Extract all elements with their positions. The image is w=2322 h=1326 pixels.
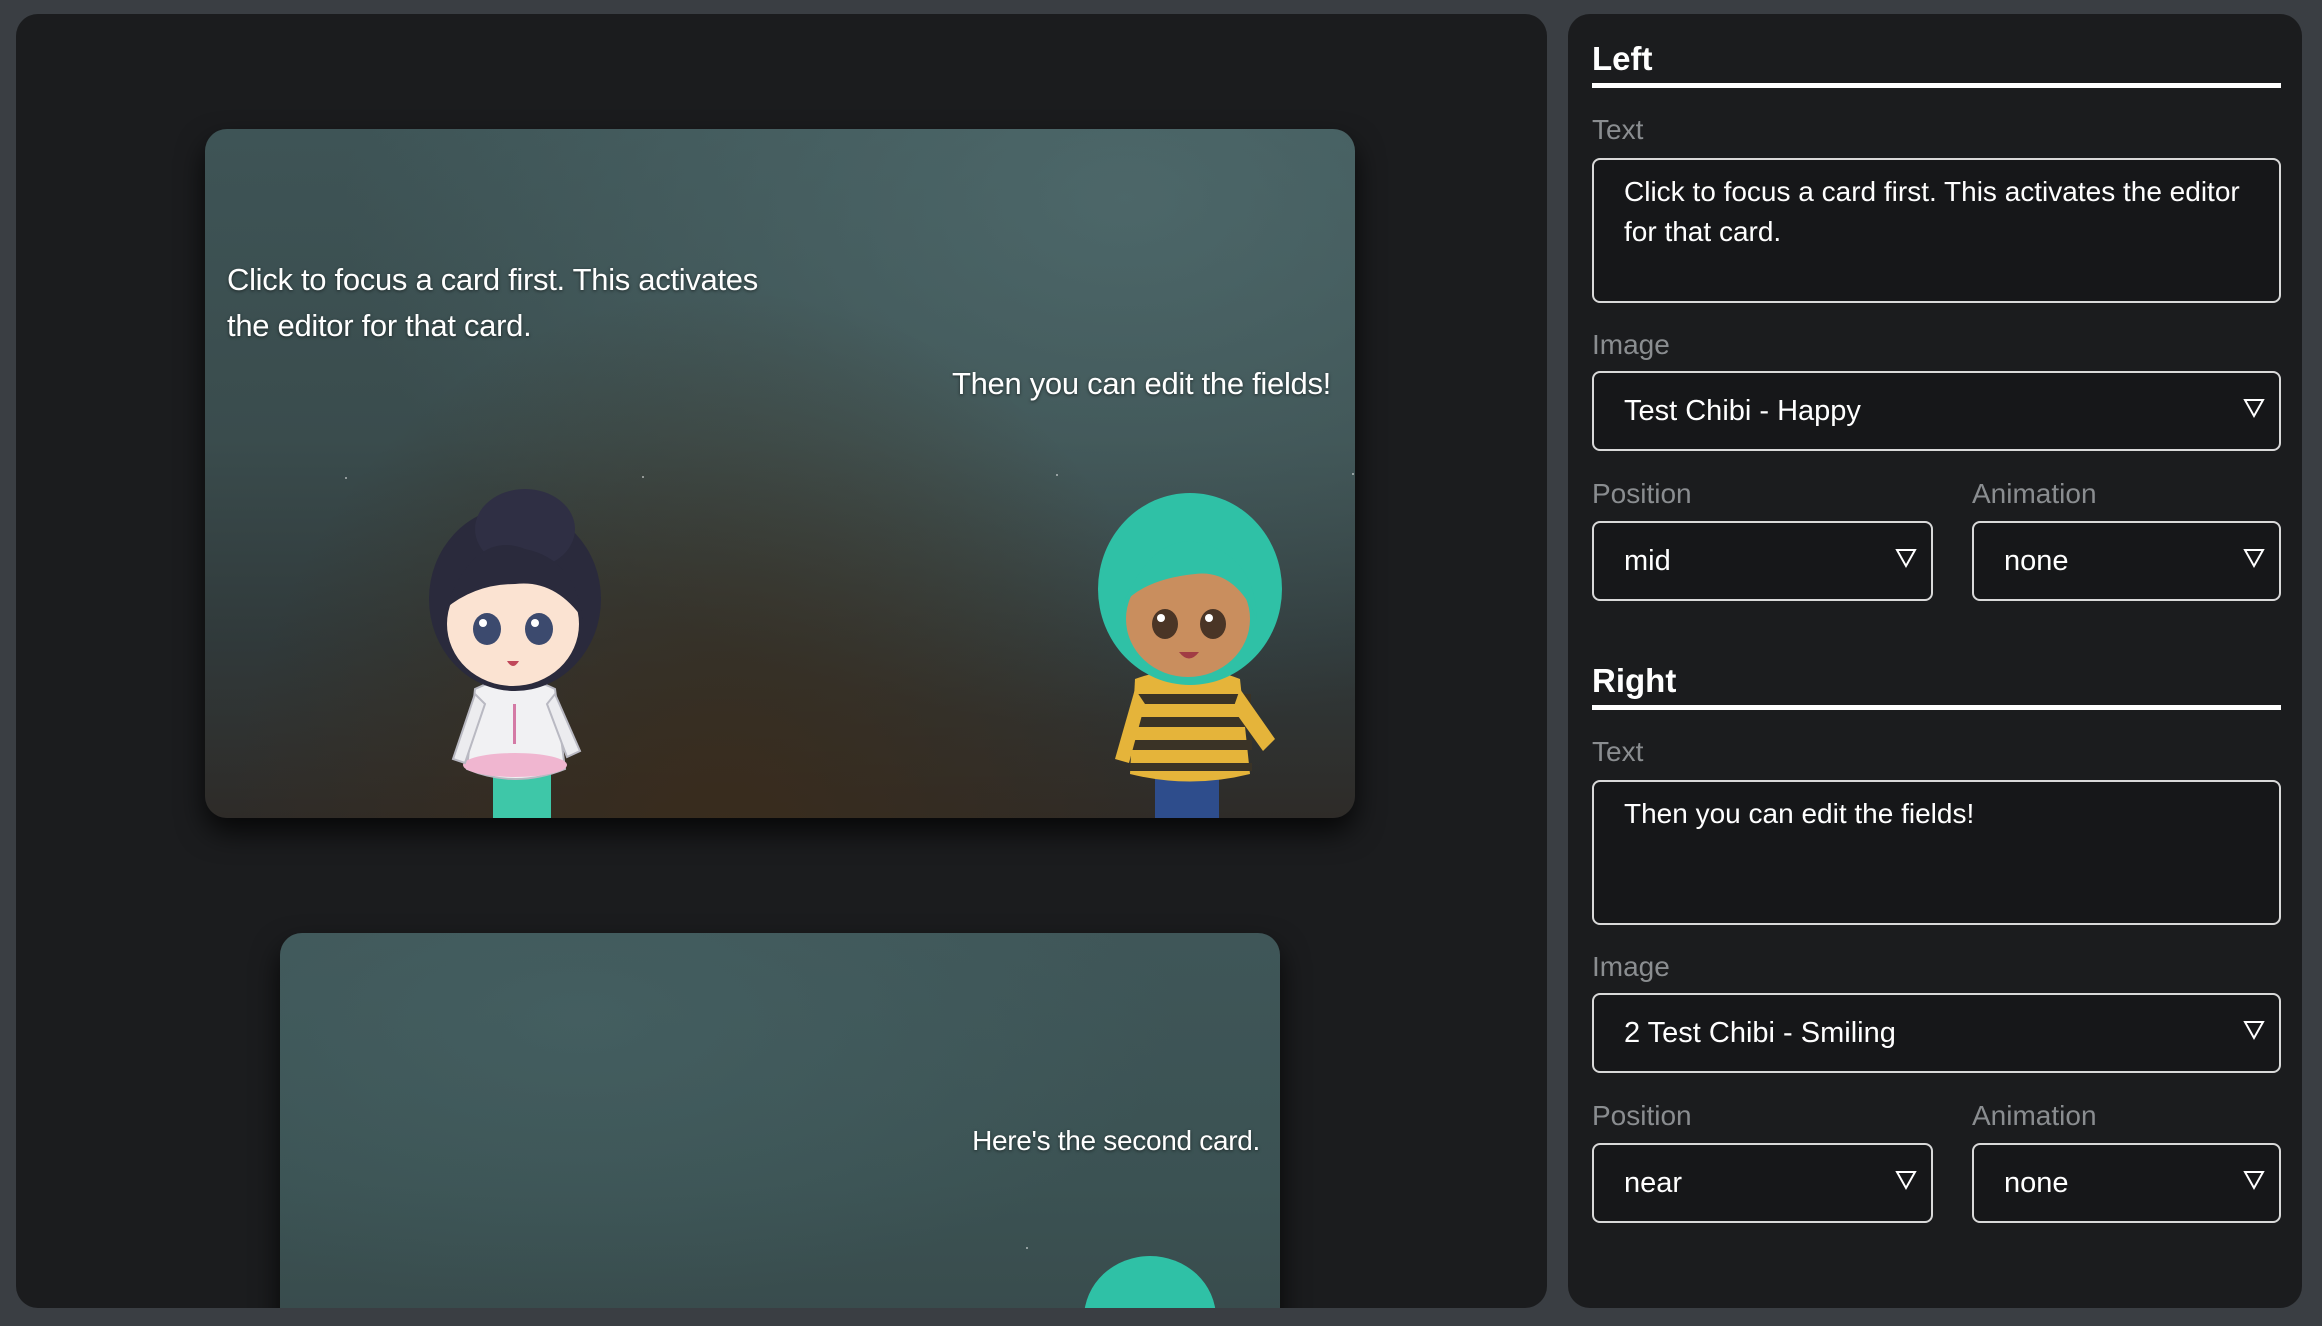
- dropdown-triangle-icon: [2243, 1171, 2265, 1191]
- right-position-select[interactable]: near: [1592, 1143, 1933, 1223]
- right-animation-value: none: [2004, 1166, 2069, 1199]
- left-section-heading: Left: [1592, 40, 1653, 77]
- card-stage[interactable]: Click to focus a card first. This activa…: [16, 14, 1547, 1308]
- dropdown-triangle-icon: [2243, 549, 2265, 569]
- right-image-select[interactable]: 2 Test Chibi - Smiling: [1592, 993, 2281, 1073]
- dropdown-triangle-icon: [2243, 1021, 2265, 1041]
- left-image-value: Test Chibi - Happy: [1624, 394, 1861, 427]
- right-section-heading: Right: [1592, 662, 1677, 699]
- left-section-divider: [1592, 83, 2281, 88]
- card-left-text: Click to focus a card first. This activa…: [227, 262, 758, 343]
- left-animation-value: none: [2004, 544, 2069, 577]
- right-image-label: Image: [1592, 951, 1670, 982]
- left-position-label: Position: [1592, 478, 1692, 509]
- right-position-value: near: [1624, 1166, 1683, 1199]
- dropdown-triangle-icon: [2243, 399, 2265, 419]
- left-position-select[interactable]: mid: [1592, 521, 1933, 601]
- left-animation-label: Animation: [1972, 478, 2097, 509]
- left-chibi-character: [429, 489, 601, 818]
- right-animation-label: Animation: [1972, 1100, 2097, 1131]
- left-animation-select[interactable]: none: [1972, 521, 2281, 601]
- left-position-value: mid: [1624, 544, 1671, 577]
- card-editor-panel: Left Text Click to focus a card first. T…: [1568, 14, 2302, 1308]
- scene-card-2[interactable]: Here's the second card.: [280, 933, 1280, 1308]
- right-chibi-character: [1098, 493, 1282, 818]
- card-right-text: Then you can edit the fields!: [951, 366, 1331, 401]
- left-image-label: Image: [1592, 329, 1670, 360]
- right-position-label: Position: [1592, 1100, 1692, 1131]
- right-text-label: Text: [1592, 736, 1644, 767]
- right-animation-select[interactable]: none: [1972, 1143, 2281, 1223]
- left-text-input[interactable]: Click to focus a card first. This activa…: [1592, 158, 2281, 303]
- right-section-divider: [1592, 705, 2281, 710]
- left-text-label: Text: [1592, 114, 1644, 145]
- card-right-text: Here's the second card.: [972, 1125, 1260, 1156]
- scene-card-1[interactable]: Click to focus a card first. This activa…: [205, 129, 1355, 818]
- left-image-select[interactable]: Test Chibi - Happy: [1592, 371, 2281, 451]
- right-text-input[interactable]: Then you can edit the fields!: [1592, 780, 2281, 925]
- right-chibi-character: [1084, 1256, 1216, 1308]
- dropdown-triangle-icon: [1895, 1171, 1917, 1191]
- right-image-value: 2 Test Chibi - Smiling: [1624, 1016, 1896, 1049]
- dropdown-triangle-icon: [1895, 549, 1917, 569]
